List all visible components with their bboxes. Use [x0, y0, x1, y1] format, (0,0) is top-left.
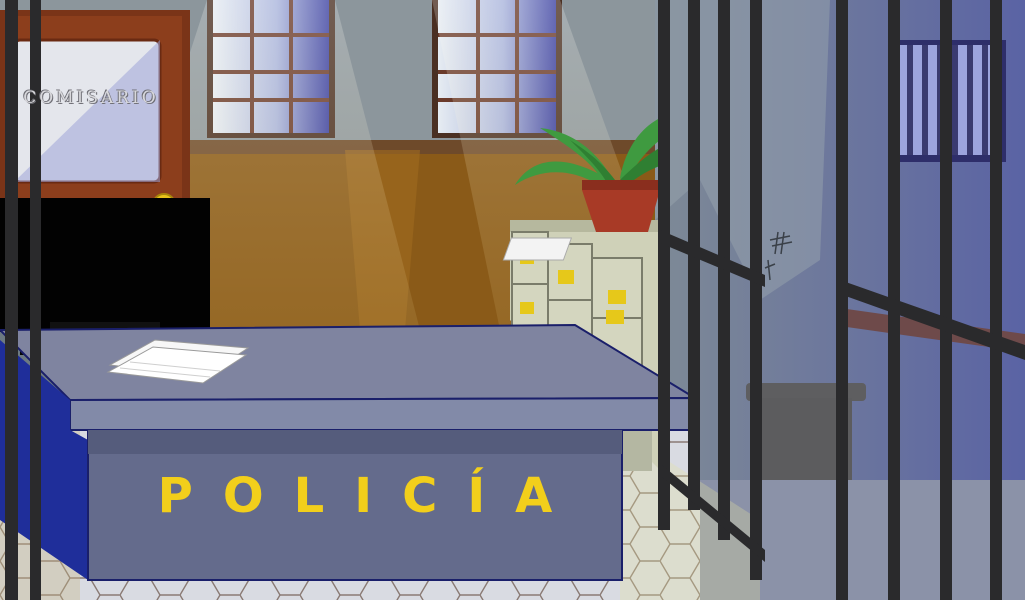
- reception-desk: [0, 323, 699, 581]
- paper-stack-cabinet[interactable]: [502, 237, 573, 261]
- desk-sign-policia: POLICÍA: [157, 468, 583, 524]
- police-station-scene: COMISARIO POLICÍA: [0, 0, 1025, 600]
- door-sign-comisario: COMISARIO: [23, 88, 159, 108]
